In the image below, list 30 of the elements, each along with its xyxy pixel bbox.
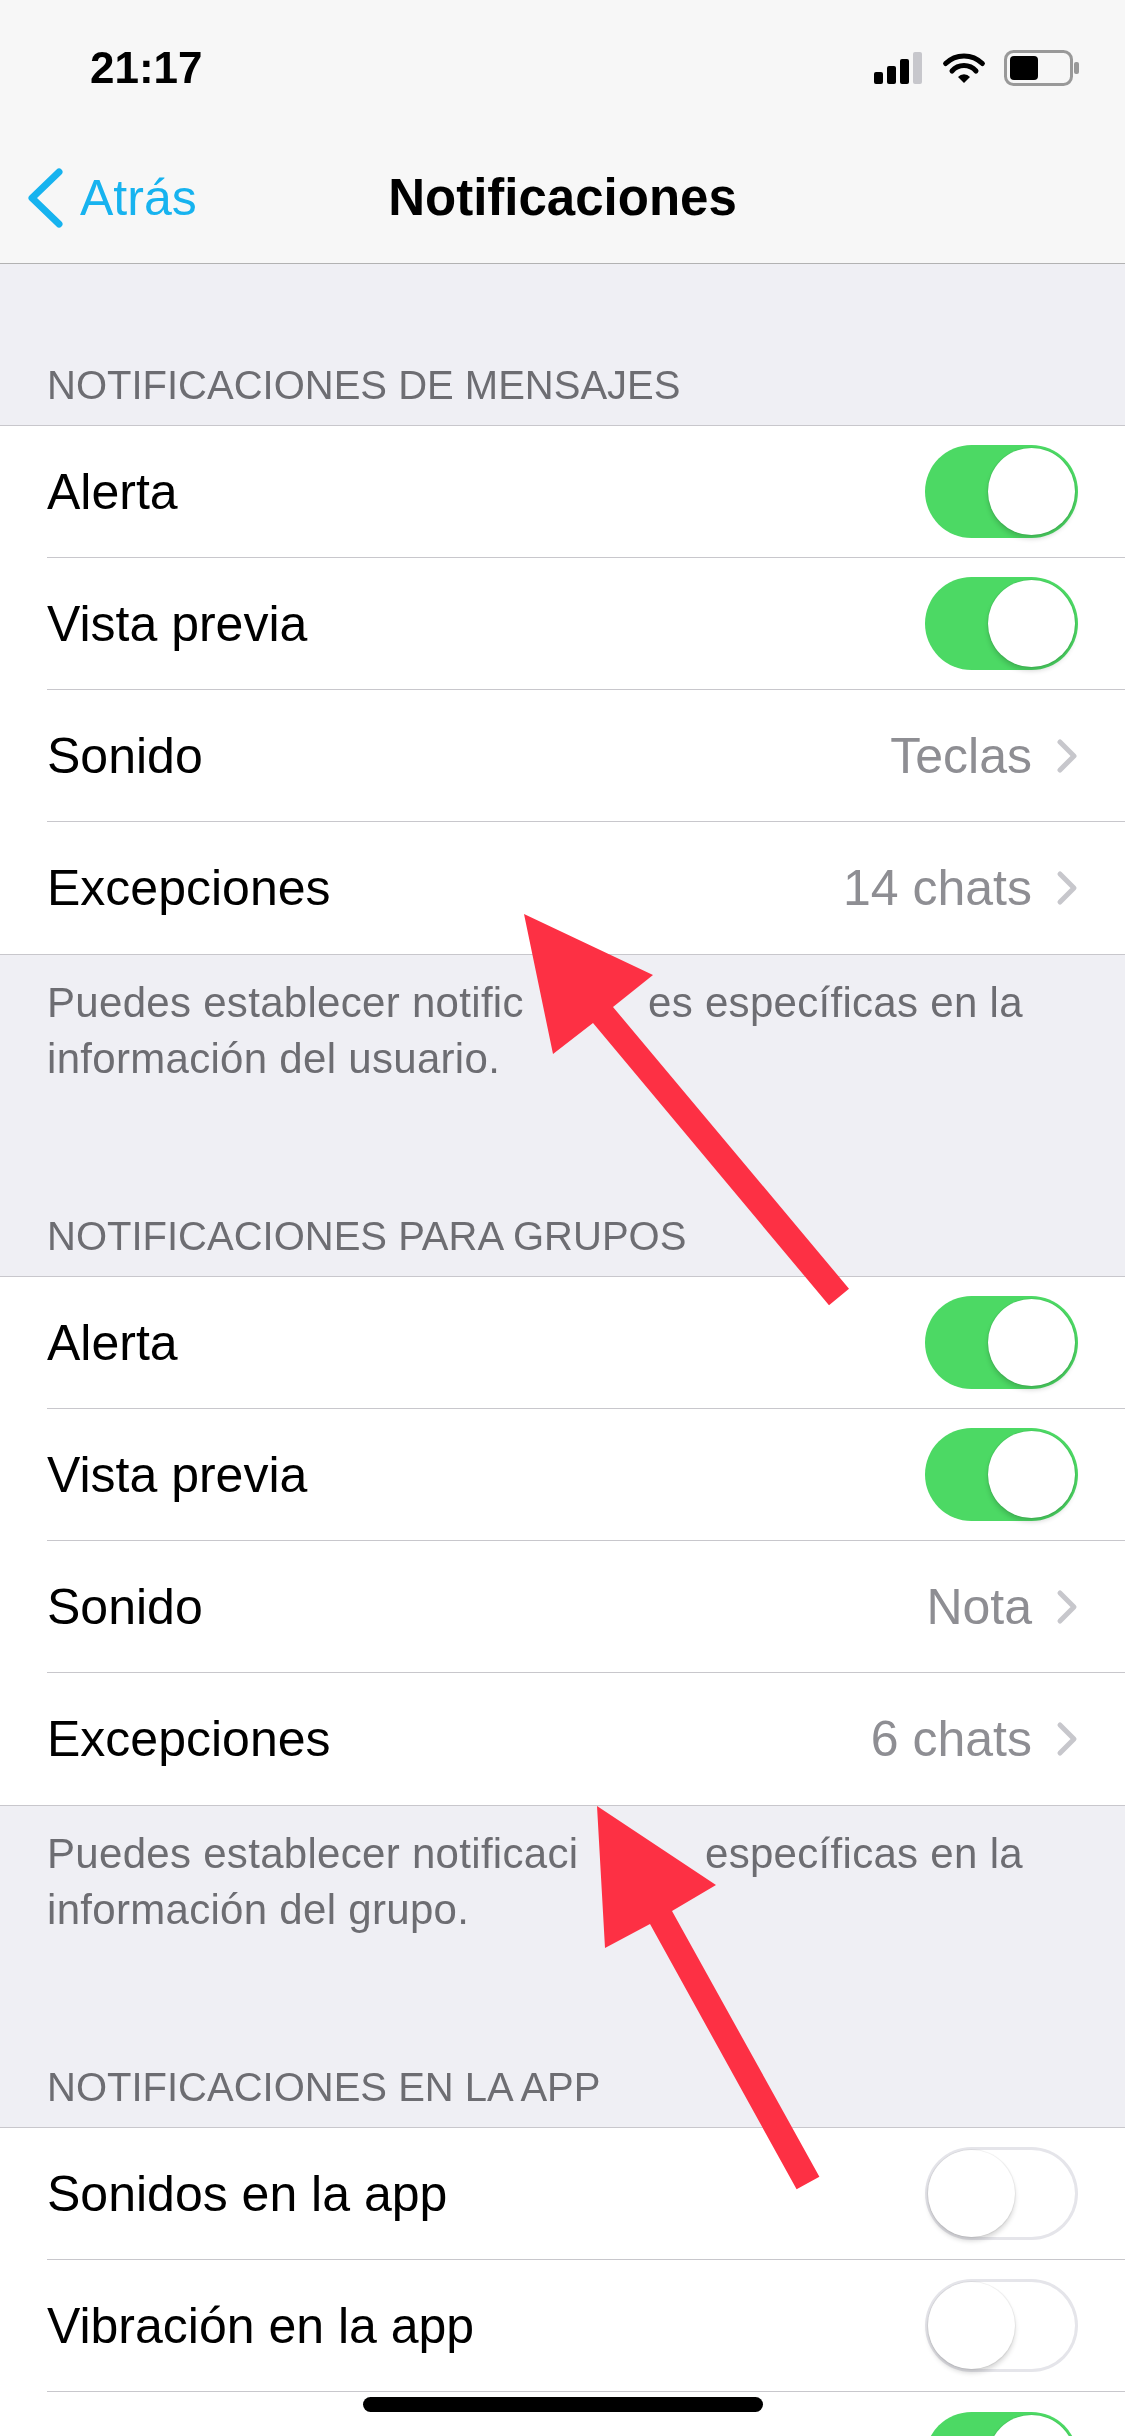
section-header: NOTIFICACIONES EN LA APP: [47, 2065, 601, 2109]
row-label: Excepciones: [47, 1710, 331, 1768]
row-value[interactable]: 14 chats: [843, 859, 1032, 917]
row-label: Vista previa: [47, 594, 308, 653]
row-value[interactable]: Nota: [926, 1577, 1032, 1636]
back-button[interactable]: Atrás: [26, 166, 197, 229]
section-header: NOTIFICACIONES PARA GRUPOS: [47, 1214, 687, 1258]
section-footer: Puedes establecer notificaci específicas en la información del grupo.: [0, 1806, 1125, 1966]
chevron-icon[interactable]: [1056, 737, 1078, 774]
status-time: 21:17: [90, 43, 203, 93]
nav-title: Notificaciones: [388, 168, 737, 227]
battery-icon: [1004, 50, 1080, 86]
row-label: Sonido: [47, 1577, 203, 1636]
row-value[interactable]: 6 chats: [870, 1710, 1032, 1768]
row-value[interactable]: Teclas: [890, 726, 1032, 785]
row-label: Vista previa: [47, 1445, 308, 1504]
row-label: Alerta: [47, 1313, 178, 1372]
signal-icon: [874, 52, 924, 84]
row-label: Alerta: [47, 462, 178, 521]
chevron-icon[interactable]: [1056, 1721, 1078, 1757]
back-chevron-icon: [26, 166, 64, 229]
section-header: NOTIFICACIONES DE MENSAJES: [47, 363, 681, 407]
row-label: Vibración en la app: [47, 2296, 475, 2355]
row-label: Excepciones: [47, 859, 331, 917]
section-footer: Puedes establecer notific es específicas en la información del usuario.: [0, 955, 1125, 1115]
wifi-icon: [942, 52, 986, 84]
chevron-icon[interactable]: [1056, 1588, 1078, 1625]
row-label: Sonidos en la app: [47, 2164, 448, 2223]
chevron-icon[interactable]: [1056, 870, 1078, 906]
row-label: Sonido: [47, 726, 203, 785]
